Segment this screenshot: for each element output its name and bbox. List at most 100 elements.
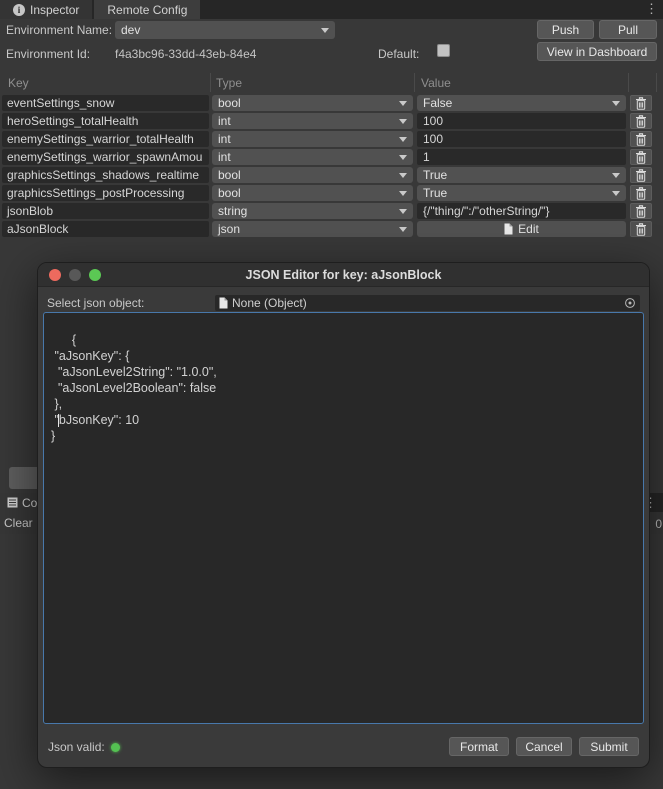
trash-icon — [635, 187, 647, 200]
key-text: aJsonBlock — [7, 222, 68, 236]
value-field[interactable]: {/"thing/":/"otherString/"} {/"thing/":/… — [417, 203, 626, 219]
column-header-key: Key — [8, 76, 29, 90]
type-text: bool — [218, 168, 241, 182]
chevron-down-icon — [399, 209, 407, 214]
trash-icon — [635, 169, 647, 182]
delete-row-button[interactable] — [630, 149, 652, 165]
environment-name-value: dev — [121, 23, 140, 37]
value-text: {/"thing/":/"otherString/"} — [423, 204, 549, 218]
value-field[interactable]: 1 1 — [417, 149, 626, 165]
edit-json-button[interactable]: Edit — [504, 222, 539, 236]
view-in-dashboard-button[interactable]: View in Dashboard — [537, 42, 657, 61]
chevron-down-icon — [399, 227, 407, 232]
type-dropdown[interactable]: string — [212, 203, 413, 219]
window-tab-bar: i Inspector Remote Config — [0, 0, 663, 19]
delete-row-button[interactable] — [630, 95, 652, 111]
type-dropdown[interactable]: int — [212, 149, 413, 165]
key-field[interactable]: heroSettings_totalHealth — [2, 113, 209, 129]
value-text: 1 — [423, 150, 430, 164]
delete-row-button[interactable] — [630, 221, 652, 237]
pull-button[interactable]: Pull — [599, 20, 657, 39]
chevron-down-icon — [399, 191, 407, 196]
chevron-down-icon — [399, 173, 407, 178]
window-menu-icon[interactable]: ⋮ — [645, 1, 658, 17]
key-text: heroSettings_totalHealth — [7, 114, 138, 128]
key-field[interactable]: enemySettings_warrior_spawnAmou — [2, 149, 209, 165]
console-clear-button[interactable]: Clear — [4, 516, 33, 530]
trash-icon — [635, 133, 647, 146]
delete-row-button[interactable] — [630, 203, 652, 219]
key-text: enemySettings_warrior_totalHealth — [7, 132, 194, 146]
select-json-object-row: Select json object: None (Object) — [47, 294, 640, 311]
key-field[interactable]: eventSettings_snow — [2, 95, 209, 111]
key-text: graphicsSettings_postProcessing — [7, 186, 184, 200]
chevron-down-icon — [399, 101, 407, 106]
key-field[interactable]: enemySettings_warrior_totalHealth — [2, 131, 209, 147]
tab-remote-config[interactable]: Remote Config — [94, 0, 200, 19]
dialog-title-bar: JSON Editor for key: aJsonBlock — [38, 263, 649, 287]
valid-indicator-icon — [111, 743, 120, 752]
delete-row-button[interactable] — [630, 113, 652, 129]
delete-row-button[interactable] — [630, 131, 652, 147]
unity-editor-window: i Inspector Remote Config ⋮ Environment … — [0, 0, 663, 789]
column-divider — [210, 73, 211, 92]
chevron-down-icon — [612, 173, 620, 178]
chevron-down-icon — [612, 101, 620, 106]
value-field[interactable]: True True — [417, 185, 626, 201]
default-checkbox[interactable] — [437, 44, 450, 57]
environment-id-value: f4a3bc96-33dd-43eb-84e4 — [115, 47, 256, 61]
key-text: jsonBlob — [7, 204, 53, 218]
delete-row-button[interactable] — [630, 167, 652, 183]
json-object-value: None (Object) — [232, 296, 307, 310]
key-field[interactable]: graphicsSettings_shadows_realtime — [2, 167, 209, 183]
chevron-down-icon — [399, 155, 407, 160]
environment-name-dropdown[interactable]: dev — [115, 21, 335, 39]
key-field[interactable]: graphicsSettings_postProcessing — [2, 185, 209, 201]
cancel-button[interactable]: Cancel — [516, 737, 572, 756]
tab-inspector[interactable]: i Inspector — [0, 0, 92, 19]
key-field[interactable]: aJsonBlock — [2, 221, 209, 237]
tab-inspector-label: Inspector — [30, 3, 79, 17]
delete-row-button[interactable] — [630, 185, 652, 201]
file-icon — [219, 297, 228, 309]
minimize-window-icon[interactable] — [69, 269, 81, 281]
chevron-down-icon — [612, 191, 620, 196]
table-row: graphicsSettings_shadows_realtime bool T… — [0, 166, 663, 184]
submit-button[interactable]: Submit — [579, 737, 639, 756]
type-dropdown[interactable]: bool — [212, 167, 413, 183]
trash-icon — [635, 151, 647, 164]
edit-button-label: Edit — [518, 222, 539, 236]
value-text: True — [423, 168, 447, 182]
format-button[interactable]: Format — [449, 737, 509, 756]
table-rows: eventSettings_snow bool False False — [0, 94, 663, 238]
tab-console-label: Co — [22, 496, 37, 510]
zoom-window-icon[interactable] — [89, 269, 101, 281]
table-row: jsonBlob string {/"thing/":/"otherString… — [0, 202, 663, 220]
key-field[interactable]: jsonBlob — [2, 203, 209, 219]
value-field[interactable]: 100 100 — [417, 131, 626, 147]
type-dropdown[interactable]: int — [212, 113, 413, 129]
json-text-editor[interactable]: { "aJsonKey": { "aJsonLevel2String": "1.… — [43, 312, 644, 724]
json-object-field[interactable]: None (Object) — [215, 295, 640, 311]
value-field[interactable]: True True — [417, 167, 626, 183]
table-row: enemySettings_warrior_totalHealth int 10… — [0, 130, 663, 148]
chevron-down-icon — [399, 137, 407, 142]
type-dropdown[interactable]: bool — [212, 185, 413, 201]
console-icon — [7, 497, 18, 508]
default-label: Default: — [378, 47, 419, 61]
push-button[interactable]: Push — [537, 20, 594, 39]
json-valid-label: Json valid: — [48, 740, 105, 754]
close-window-icon[interactable] — [49, 269, 61, 281]
value-field[interactable]: Edit Edit — [417, 221, 626, 237]
value-field[interactable]: False False — [417, 95, 626, 111]
type-text: string — [218, 204, 247, 218]
type-text: bool — [218, 96, 241, 110]
type-dropdown[interactable]: int — [212, 131, 413, 147]
tab-remote-config-label: Remote Config — [107, 3, 187, 17]
chevron-down-icon — [321, 28, 329, 33]
object-picker-icon[interactable] — [624, 297, 636, 309]
value-field[interactable]: 100 100 — [417, 113, 626, 129]
type-dropdown[interactable]: bool — [212, 95, 413, 111]
type-dropdown[interactable]: json — [212, 221, 413, 237]
environment-name-label: Environment Name: — [6, 23, 112, 37]
